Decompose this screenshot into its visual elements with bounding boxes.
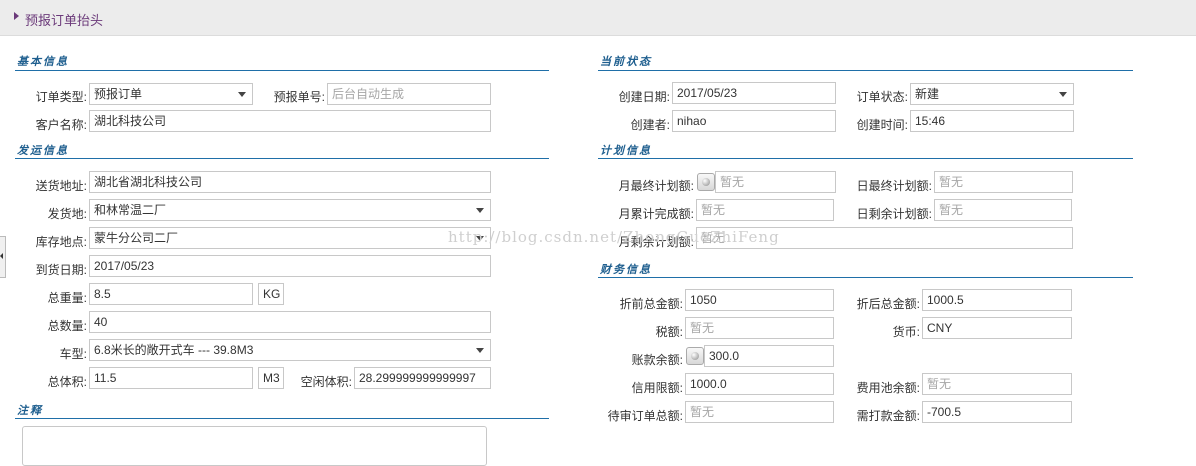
free-volume-input[interactable]: 28.299999999999997	[354, 367, 491, 389]
arrival-date-input[interactable]: 2017/05/23	[89, 255, 491, 277]
forecast-no-label: 预报单号:	[273, 90, 325, 104]
pre-discount-input[interactable]: 1050	[685, 289, 834, 311]
currency-input[interactable]: CNY	[922, 317, 1072, 339]
weight-unit: KG	[258, 283, 284, 305]
section-title-shipping: 发运信息	[17, 144, 69, 157]
qty-input[interactable]: 40	[89, 311, 491, 333]
stock-label: 库存地点:	[35, 235, 87, 249]
section-divider	[598, 70, 1133, 71]
panel-header[interactable]: 预报订单抬头	[0, 0, 1196, 36]
volume-label: 总体积:	[47, 375, 87, 389]
month-final-label: 月最终计划额:	[618, 179, 694, 193]
volume-unit: M3	[258, 367, 284, 389]
chevron-down-icon	[476, 208, 484, 213]
collapse-triangle-icon[interactable]	[14, 12, 19, 20]
free-volume-label: 空闲体积:	[300, 375, 352, 389]
day-final-label: 日最终计划额:	[856, 179, 932, 193]
section-divider	[15, 418, 549, 419]
remark-textarea[interactable]	[22, 426, 487, 466]
currency-label: 货币:	[892, 325, 920, 339]
section-divider	[15, 70, 549, 71]
post-discount-label: 折后总金额:	[856, 297, 920, 311]
fee-pool-label: 费用池余额:	[856, 381, 920, 395]
section-title-remark: 注释	[17, 404, 43, 417]
balance-label: 账款余额:	[631, 353, 683, 367]
section-divider	[598, 277, 1133, 278]
vehicle-label: 车型:	[59, 347, 87, 361]
tax-input[interactable]: 暂无	[685, 317, 834, 339]
panel-title: 预报订单抬头	[25, 13, 104, 28]
section-title-finance: 财务信息	[600, 263, 652, 276]
section-title-basic: 基本信息	[17, 55, 69, 68]
side-collapse-tab[interactable]	[0, 236, 6, 278]
order-status-label: 订单状态:	[856, 90, 908, 104]
vehicle-value: 6.8米长的敞开式车 --- 39.8M3	[94, 343, 254, 357]
create-date-input[interactable]: 2017/05/23	[672, 82, 836, 104]
origin-label: 发货地:	[47, 207, 87, 221]
chevron-down-icon	[238, 92, 246, 97]
address-input[interactable]: 湖北省湖北科技公司	[89, 171, 491, 193]
post-discount-input[interactable]: 1000.5	[922, 289, 1072, 311]
origin-value: 和林常温二厂	[94, 203, 167, 217]
address-label: 送货地址:	[35, 179, 87, 193]
month-done-input[interactable]: 暂无	[696, 199, 834, 221]
creator-label: 创建者:	[630, 118, 670, 132]
customer-label: 客户名称:	[35, 118, 87, 132]
balance-input[interactable]: 300.0	[704, 345, 834, 367]
stock-select[interactable]: 蒙牛分公司二厂	[89, 227, 491, 249]
day-remain-input[interactable]: 暂无	[934, 199, 1072, 221]
day-final-input[interactable]: 暂无	[934, 171, 1073, 193]
order-status-value: 新建	[915, 87, 940, 101]
chevron-down-icon	[1059, 92, 1067, 97]
payable-label: 需打款金额:	[856, 409, 920, 423]
pending-input[interactable]: 暂无	[685, 401, 834, 423]
watermark-text: http://blog.csdn.net/ZhongGuoZhiFeng	[448, 228, 780, 246]
origin-select[interactable]: 和林常温二厂	[89, 199, 491, 221]
day-remain-label: 日剩余计划额:	[856, 207, 932, 221]
create-date-label: 创建日期:	[618, 90, 670, 104]
create-time-label: 创建时间:	[856, 118, 908, 132]
forecast-no-input[interactable]: 后台自动生成	[327, 83, 491, 105]
qty-label: 总数量:	[47, 319, 87, 333]
customer-input[interactable]: 湖北科技公司	[89, 110, 491, 132]
stock-value: 蒙牛分公司二厂	[94, 231, 179, 245]
radio-icon[interactable]	[686, 347, 704, 365]
pending-label: 待审订单总额:	[607, 409, 683, 423]
payable-input[interactable]: -700.5	[922, 401, 1072, 423]
arrival-date-label: 到货日期:	[35, 263, 87, 277]
pre-discount-label: 折前总金额:	[619, 297, 683, 311]
section-divider	[15, 158, 549, 159]
section-divider	[598, 158, 1133, 159]
order-type-value: 预报订单	[94, 87, 143, 101]
vehicle-select[interactable]: 6.8米长的敞开式车 --- 39.8M3	[89, 339, 491, 361]
section-title-plan: 计划信息	[600, 144, 652, 157]
create-time-input[interactable]: 15:46	[910, 110, 1074, 132]
month-final-input[interactable]: 暂无	[715, 171, 836, 193]
order-type-label: 订单类型:	[35, 90, 87, 104]
month-done-label: 月累计完成额:	[618, 207, 694, 221]
section-title-status: 当前状态	[600, 55, 652, 68]
chevron-down-icon	[476, 348, 484, 353]
credit-label: 信用限额:	[631, 381, 683, 395]
radio-icon[interactable]	[697, 173, 715, 191]
fee-pool-input[interactable]: 暂无	[922, 373, 1072, 395]
weight-label: 总重量:	[47, 291, 87, 305]
order-status-select[interactable]: 新建	[910, 83, 1074, 105]
tax-label: 税额:	[655, 325, 683, 339]
order-type-select[interactable]: 预报订单	[89, 83, 253, 105]
credit-input[interactable]: 1000.0	[685, 373, 834, 395]
volume-input[interactable]: 11.5	[89, 367, 253, 389]
creator-input[interactable]: nihao	[672, 110, 836, 132]
weight-input[interactable]: 8.5	[89, 283, 253, 305]
